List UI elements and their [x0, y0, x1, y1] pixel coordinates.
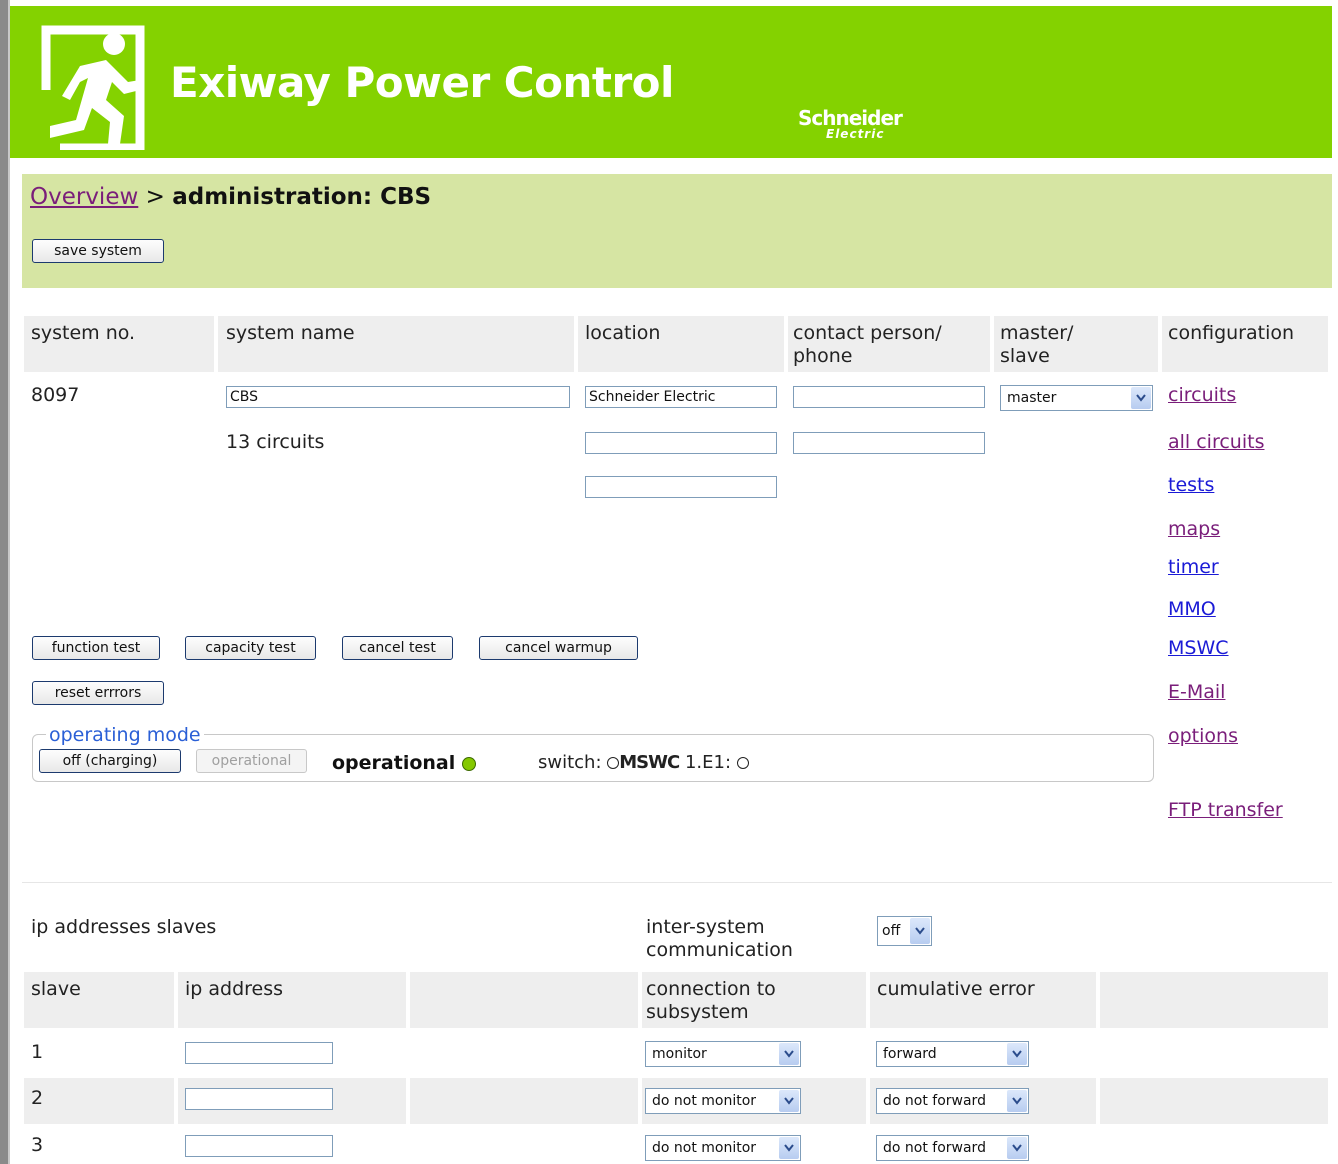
system-name-input[interactable]: CBS: [226, 386, 570, 408]
operating-status: operational: [332, 752, 476, 774]
switch-label: switch:: [538, 752, 602, 773]
cumulative-error-select[interactable]: forward: [876, 1041, 1029, 1067]
connection-select[interactable]: do not monitor: [645, 1135, 801, 1161]
chevron-down-icon: [779, 1043, 799, 1065]
header-cumulative-error: cumulative error: [877, 978, 1035, 1000]
breadcrumb: Overview > administration: CBS: [30, 184, 431, 210]
location-input-3[interactable]: [585, 476, 777, 498]
config-link-email[interactable]: E-Mail: [1168, 681, 1225, 703]
switch-status: switch: MSWC 1.E1:: [538, 752, 749, 773]
chevron-down-icon: [1131, 387, 1151, 409]
header-contact-line1: contact person/: [793, 322, 942, 344]
ip-address-input[interactable]: [185, 1135, 333, 1157]
master-slave-select[interactable]: master: [1000, 385, 1153, 411]
breadcrumb-separator: >: [145, 184, 165, 210]
mswc-label: MSWC: [619, 752, 680, 773]
slave-number: 2: [31, 1087, 44, 1109]
connection-value: monitor: [652, 1046, 707, 1062]
header-location: location: [585, 322, 661, 344]
operating-status-label: operational: [332, 752, 456, 774]
connection-select[interactable]: monitor: [645, 1041, 801, 1067]
emergency-exit-icon: [40, 25, 145, 150]
circuits-count: 13 circuits: [226, 431, 325, 453]
connection-select[interactable]: do not monitor: [645, 1088, 801, 1114]
cumulative-error-value: forward: [883, 1046, 937, 1062]
inter-system-select[interactable]: off: [877, 916, 932, 946]
off-charging-button[interactable]: off (charging): [39, 749, 181, 773]
e1-label: 1.E1:: [684, 752, 732, 773]
inter-system-label-line1: inter-system: [646, 916, 765, 938]
slave-number: 1: [31, 1041, 44, 1063]
connection-value: do not monitor: [652, 1140, 757, 1156]
operational-button: operational: [196, 749, 307, 773]
capacity-test-button[interactable]: capacity test: [185, 636, 316, 660]
mswc-indicator-icon: [607, 757, 620, 769]
header-connection-line1: connection to: [646, 978, 776, 1000]
window-left-border: [0, 0, 8, 1164]
cumulative-error-value: do not forward: [883, 1093, 986, 1109]
cancel-test-button[interactable]: cancel test: [342, 636, 453, 660]
header-system-no: system no.: [31, 322, 136, 344]
config-link-ftp-transfer[interactable]: FTP transfer: [1168, 799, 1283, 821]
chevron-down-icon: [1007, 1043, 1027, 1065]
header-master-line2: slave: [1000, 345, 1050, 367]
chevron-down-icon: [1007, 1137, 1027, 1159]
master-slave-value: master: [1007, 390, 1057, 406]
header-connection-line2: subsystem: [646, 1001, 749, 1023]
connection-value: do not monitor: [652, 1093, 757, 1109]
section-divider: [22, 882, 1332, 883]
config-link-timer[interactable]: timer: [1168, 556, 1219, 578]
e1-indicator-icon: [736, 757, 749, 769]
system-table-header: [24, 316, 1328, 372]
chevron-down-icon: [910, 918, 930, 944]
cancel-warmup-button[interactable]: cancel warmup: [479, 636, 638, 660]
function-test-button[interactable]: function test: [32, 636, 160, 660]
location-input-1[interactable]: Schneider Electric: [585, 386, 777, 408]
header-slave: slave: [31, 978, 81, 1000]
config-link-circuits[interactable]: circuits: [1168, 384, 1236, 406]
chevron-down-icon: [779, 1137, 799, 1159]
app-header: Exiway Power Control Schneider Electric: [10, 6, 1332, 158]
header-contact-line2: phone: [793, 345, 853, 367]
save-system-button[interactable]: save system: [32, 239, 164, 263]
page-title: administration: CBS: [172, 184, 432, 210]
location-input-2[interactable]: [585, 432, 777, 454]
header-master-line1: master/: [1000, 322, 1074, 344]
config-link-options[interactable]: options: [1168, 725, 1238, 747]
config-link-mmo[interactable]: MMO: [1168, 598, 1216, 620]
slave-number: 3: [31, 1134, 44, 1156]
system-no-value: 8097: [31, 384, 80, 406]
breadcrumb-overview-link[interactable]: Overview: [30, 184, 138, 210]
reset-errors-button[interactable]: reset errrors: [32, 681, 164, 705]
cumulative-error-select[interactable]: do not forward: [876, 1135, 1029, 1161]
slaves-title: ip addresses slaves: [31, 916, 217, 938]
chevron-down-icon: [779, 1090, 799, 1112]
header-configuration: configuration: [1168, 322, 1295, 344]
ip-address-input[interactable]: [185, 1088, 333, 1110]
config-link-tests[interactable]: tests: [1168, 474, 1214, 496]
cumulative-error-select[interactable]: do not forward: [876, 1088, 1029, 1114]
ip-address-input[interactable]: [185, 1042, 333, 1064]
cumulative-error-value: do not forward: [883, 1140, 986, 1156]
operating-mode-legend: operating mode: [46, 724, 204, 746]
admin-bar: Overview > administration: CBS save syst…: [22, 174, 1332, 288]
chevron-down-icon: [1007, 1090, 1027, 1112]
contact-input-1[interactable]: [793, 386, 985, 408]
config-link-maps[interactable]: maps: [1168, 518, 1220, 540]
window-left-border-inner: [8, 0, 10, 1164]
config-link-mswc[interactable]: MSWC: [1168, 637, 1229, 659]
status-ok-indicator-icon: [461, 756, 476, 771]
inter-system-value: off: [882, 923, 901, 939]
config-link-all-circuits[interactable]: all circuits: [1168, 431, 1264, 453]
schneider-logo: Schneider Electric: [798, 106, 903, 141]
contact-input-2[interactable]: [793, 432, 985, 454]
app-title: Exiway Power Control: [170, 58, 674, 107]
inter-system-label-line2: communication: [646, 939, 793, 961]
header-ip-address: ip address: [185, 978, 284, 1000]
header-system-name: system name: [226, 322, 355, 344]
